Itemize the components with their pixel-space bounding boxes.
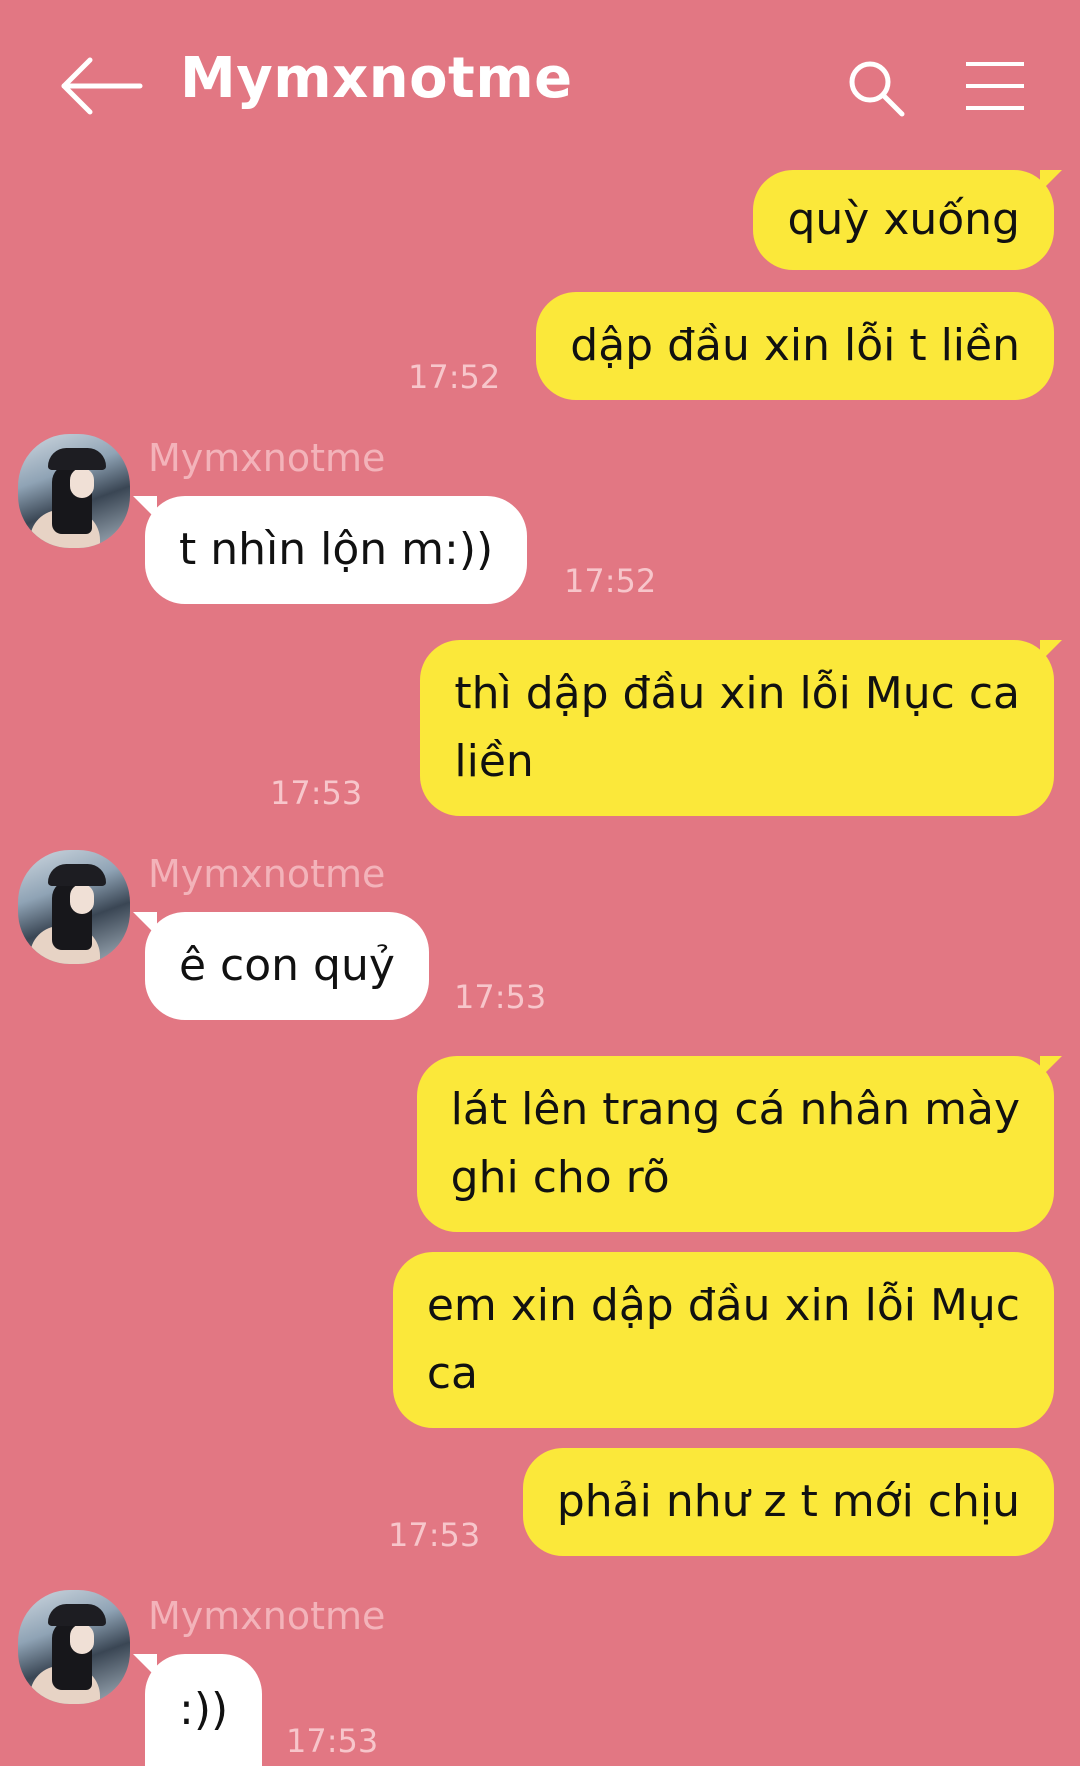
message-text-line: liền [454,736,534,787]
message-text-line: lát lên trang cá nhân mày [450,1084,1020,1135]
avatar[interactable] [18,850,130,964]
sender-name: Mymxnotme [148,1594,386,1638]
avatar[interactable] [18,1590,130,1704]
message-text: :)) [179,1684,229,1735]
arrow-left-icon [61,57,143,115]
message-time: 17:52 [408,358,501,396]
avatar[interactable] [18,434,130,548]
message-time: 17:53 [270,774,363,812]
message-text: dập đầu xin lỗi t liền [570,320,1020,371]
my-message-bubble[interactable]: thì dập đầu xin lỗi Mục ca liền [420,640,1062,816]
message-text: quỳ xuống [787,194,1020,245]
message-text-line: ghi cho rõ [450,1152,670,1203]
message-text: t nhìn lộn m:)) [179,524,494,575]
sender-name: Mymxnotme [148,852,386,896]
message-time: 17:53 [286,1722,379,1760]
their-message-bubble[interactable]: :)) [132,1654,263,1766]
message-text-line: thì dập đầu xin lỗi Mục ca [454,668,1020,719]
my-message-bubble[interactable]: dập đầu xin lỗi t liền [536,292,1054,400]
message-text-line: ca [426,1348,478,1399]
message-text-line: em xin dập đầu xin lỗi Mục [426,1280,1020,1331]
sender-name: Mymxnotme [148,436,386,480]
chat-header: Mymxnotme [0,0,1080,170]
chat-title: Mymxnotme [180,46,573,111]
hamburger-menu-icon [966,62,1024,110]
my-message-bubble[interactable]: phải như z t mới chịu [522,1448,1054,1556]
message-time: 17:52 [564,562,657,600]
back-button[interactable] [56,56,146,116]
menu-button[interactable] [964,60,1026,112]
my-message-bubble[interactable]: lát lên trang cá nhân mày ghi cho rõ [416,1056,1063,1232]
their-message-bubble[interactable]: ê con quỷ [133,912,429,1020]
my-message-bubble[interactable]: em xin dập đầu xin lỗi Mục ca [392,1252,1054,1428]
search-button[interactable] [846,58,906,118]
message-text: ê con quỷ [179,940,395,991]
message-time: 17:53 [388,1516,481,1554]
message-time: 17:53 [454,978,547,1016]
their-message-bubble[interactable]: t nhìn lộn m:)) [132,496,528,604]
search-icon [849,61,905,117]
message-text: phải như z t mới chịu [556,1476,1020,1527]
my-message-bubble[interactable]: quỳ xuống [753,170,1062,270]
